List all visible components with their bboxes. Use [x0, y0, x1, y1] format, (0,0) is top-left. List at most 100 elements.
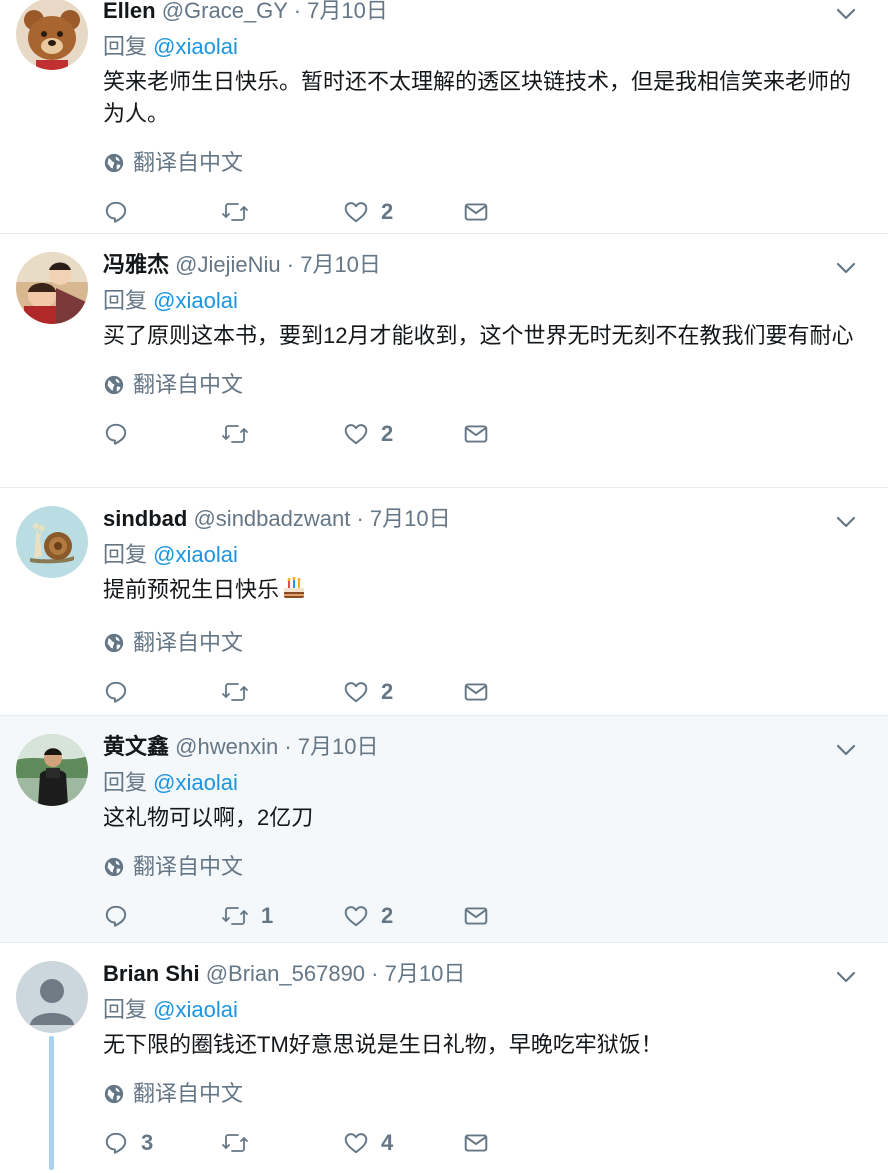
action-bar: 2	[103, 418, 858, 450]
reply-context: 回复 @xiaolai	[103, 995, 858, 1025]
user-handle[interactable]: @sindbadzwant	[193, 506, 350, 531]
reply-prefix: 回复	[103, 770, 154, 795]
globe-icon	[104, 633, 124, 653]
snail-avatar-icon	[16, 506, 88, 578]
retweet-button[interactable]	[221, 676, 343, 708]
action-bar: 3 4	[103, 1127, 858, 1159]
translate-link[interactable]: 翻译自中文	[103, 370, 858, 400]
heart-icon	[344, 424, 368, 445]
user-handle[interactable]: @Brian_567890	[206, 961, 365, 986]
tweet-header: 黄文鑫 @hwenxin · 7月10日	[103, 732, 858, 762]
globe-icon	[104, 375, 124, 395]
action-bar: 2	[103, 196, 858, 228]
retweet-icon	[222, 907, 248, 925]
heart-icon	[344, 202, 368, 223]
translate-link[interactable]: 翻译自中文	[103, 148, 858, 178]
chevron-down-icon[interactable]	[834, 256, 858, 280]
envelope-icon	[464, 203, 488, 221]
display-name[interactable]: Ellen	[103, 0, 156, 23]
reply-button[interactable]	[103, 676, 221, 708]
chevron-down-icon[interactable]	[834, 2, 858, 26]
translate-link[interactable]: 翻译自中文	[103, 1079, 858, 1109]
heart-icon	[344, 906, 368, 927]
reply-icon	[105, 905, 127, 927]
reply-button[interactable]	[103, 196, 221, 228]
tweet-content: Brian Shi @Brian_567890 · 7月10日 回复 @xiao…	[103, 959, 858, 1159]
avatar[interactable]	[16, 0, 88, 70]
tweet-date[interactable]: 7月10日	[370, 506, 451, 531]
translate-link[interactable]: 翻译自中文	[103, 628, 858, 658]
retweet-icon	[222, 425, 248, 443]
retweet-button[interactable]	[221, 418, 343, 450]
tweet-date[interactable]: 7月10日	[307, 0, 388, 23]
user-handle[interactable]: @JiejieNiu	[175, 252, 280, 277]
default-user-avatar-icon	[16, 961, 88, 1033]
display-name[interactable]: Brian Shi	[103, 961, 200, 986]
reply-icon	[105, 681, 127, 703]
user-handle[interactable]: @hwenxin	[175, 734, 278, 759]
chevron-down-icon[interactable]	[834, 738, 858, 762]
retweet-icon	[222, 1134, 248, 1152]
like-button[interactable]: 4	[343, 1127, 463, 1159]
like-button[interactable]: 2	[343, 676, 463, 708]
tweet[interactable]: 黄文鑫 @hwenxin · 7月10日 回复 @xiaolai 这礼物可以啊，…	[0, 716, 888, 943]
display-name[interactable]: 黄文鑫	[103, 734, 169, 759]
like-count: 4	[381, 1130, 394, 1155]
user-handle[interactable]: @Grace_GY	[162, 0, 288, 23]
tweet[interactable]: Ellen @Grace_GY · 7月10日 回复 @xiaolai 笑来老师…	[0, 0, 888, 234]
chevron-down-icon[interactable]	[834, 965, 858, 989]
mention-link[interactable]: @xiaolai	[153, 542, 238, 567]
display-name[interactable]: 冯雅杰	[103, 252, 169, 277]
tweet-text: 提前预祝生日快乐	[103, 574, 858, 610]
tweet-date[interactable]: 7月10日	[385, 961, 466, 986]
direct-message-button[interactable]	[463, 676, 489, 708]
avatar[interactable]	[16, 734, 88, 806]
envelope-icon	[464, 683, 488, 701]
avatar[interactable]	[16, 506, 88, 578]
chevron-down-icon[interactable]	[834, 510, 858, 534]
avatar[interactable]	[16, 252, 88, 324]
like-button[interactable]: 2	[343, 196, 463, 228]
globe-icon	[104, 1084, 124, 1104]
tweet-date[interactable]: 7月10日	[298, 734, 379, 759]
globe-icon	[104, 153, 124, 173]
reply-context: 回复 @xiaolai	[103, 32, 858, 62]
reply-icon	[105, 423, 127, 445]
mention-link[interactable]: @xiaolai	[153, 997, 238, 1022]
translate-link[interactable]: 翻译自中文	[103, 852, 858, 882]
direct-message-button[interactable]	[463, 418, 489, 450]
tweet-date[interactable]: 7月10日	[300, 252, 381, 277]
reply-context: 回复 @xiaolai	[103, 768, 858, 798]
retweet-button[interactable]: 1	[221, 900, 343, 932]
direct-message-button[interactable]	[463, 1127, 489, 1159]
direct-message-button[interactable]	[463, 196, 489, 228]
retweet-button[interactable]	[221, 1127, 343, 1159]
tweet[interactable]: 冯雅杰 @JiejieNiu · 7月10日 回复 @xiaolai 买了原则这…	[0, 234, 888, 488]
reply-button[interactable]	[103, 418, 221, 450]
display-name[interactable]: sindbad	[103, 506, 187, 531]
retweet-button[interactable]	[221, 196, 343, 228]
reply-prefix: 回复	[103, 34, 154, 59]
reply-prefix: 回复	[103, 997, 154, 1022]
mention-link[interactable]: @xiaolai	[153, 288, 238, 313]
tweet[interactable]: sindbad @sindbadzwant · 7月10日 回复 @xiaola…	[0, 488, 888, 716]
heart-icon	[344, 682, 368, 703]
tweet-text: 无下限的圈钱还TM好意思说是生日礼物，早晚吃牢狱饭！	[103, 1032, 663, 1057]
separator-dot: ·	[293, 0, 302, 23]
teddy-bear-avatar-icon	[16, 0, 88, 70]
tweet-header: Ellen @Grace_GY · 7月10日	[103, 0, 858, 26]
reply-button[interactable]	[103, 900, 221, 932]
mention-link[interactable]: @xiaolai	[153, 34, 238, 59]
tweet[interactable]: Brian Shi @Brian_567890 · 7月10日 回复 @xiao…	[0, 943, 888, 1173]
mention-link[interactable]: @xiaolai	[153, 770, 238, 795]
reply-button[interactable]: 3	[103, 1127, 221, 1159]
tweet-text: 买了原则这本书，要到12月才能收到，这个世界无时无刻不在教我们要有耐心	[103, 323, 854, 348]
like-button[interactable]: 2	[343, 418, 463, 450]
avatar[interactable]	[16, 961, 88, 1033]
like-button[interactable]: 2	[343, 900, 463, 932]
direct-message-button[interactable]	[463, 900, 489, 932]
tweet-header: sindbad @sindbadzwant · 7月10日	[103, 504, 858, 534]
tweet-content: Ellen @Grace_GY · 7月10日 回复 @xiaolai 笑来老师…	[103, 0, 858, 228]
tweet-content: 冯雅杰 @JiejieNiu · 7月10日 回复 @xiaolai 买了原则这…	[103, 250, 858, 450]
envelope-icon	[464, 425, 488, 443]
